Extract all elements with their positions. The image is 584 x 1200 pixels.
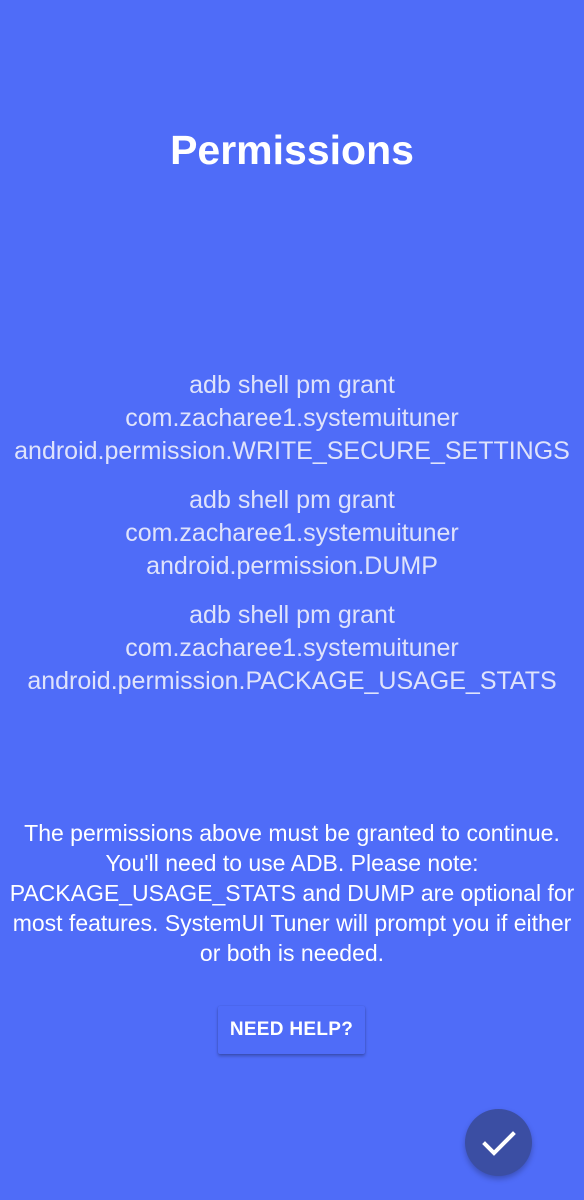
command-package: com.zacharee1.systemuituner [125, 404, 459, 432]
command-dump: adb shell pm grant com.zacharee1.systemu… [0, 484, 584, 583]
command-line: adb shell pm grant [189, 371, 395, 399]
command-package: com.zacharee1.systemuituner [125, 519, 459, 547]
command-write-secure-settings: adb shell pm grant com.zacharee1.systemu… [0, 369, 584, 468]
command-list: adb shell pm grant com.zacharee1.systemu… [0, 369, 584, 698]
command-package: com.zacharee1.systemuituner [125, 634, 459, 662]
page-title: Permissions [170, 127, 414, 173]
command-line: adb shell pm grant [189, 601, 395, 629]
command-permission: android.permission.DUMP [146, 552, 438, 580]
command-permission: android.permission.PACKAGE_USAGE_STATS [27, 667, 557, 695]
permissions-note: The permissions above must be granted to… [9, 820, 575, 966]
need-help-button[interactable]: NEED HELP? [218, 1006, 365, 1054]
command-package-usage-stats: adb shell pm grant com.zacharee1.systemu… [0, 599, 584, 698]
command-permission: android.permission.WRITE_SECURE_SETTINGS [14, 437, 570, 465]
command-line: adb shell pm grant [189, 486, 395, 514]
confirm-fab[interactable] [465, 1109, 532, 1176]
check-icon [479, 1123, 519, 1163]
